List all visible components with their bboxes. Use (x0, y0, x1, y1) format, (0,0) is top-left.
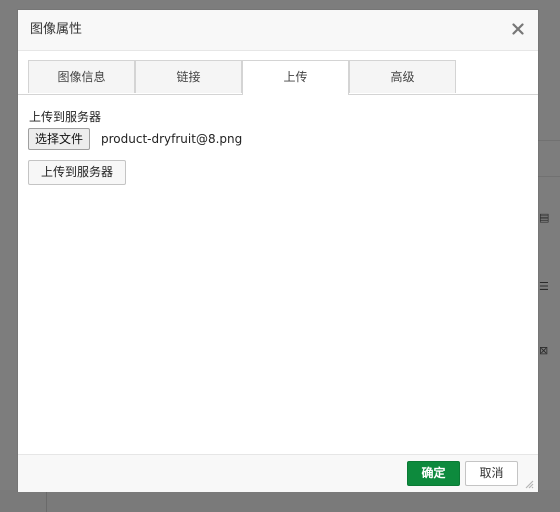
upload-label: 上传到服务器 (29, 110, 102, 124)
tab-link[interactable]: 链接 (135, 60, 242, 93)
dialog-header: 图像属性 (18, 10, 538, 51)
background-divider (538, 176, 560, 177)
background-divider (46, 490, 47, 512)
image-properties-dialog: 图像属性 图像信息 链接 上传 高级 上传到服务器 选择文件 product-d… (18, 10, 538, 492)
ok-button[interactable]: 确定 (407, 461, 460, 486)
tab-advanced[interactable]: 高级 (349, 60, 456, 93)
background-toolbar-icon: ⊠ (539, 344, 549, 357)
cancel-button[interactable]: 取消 (465, 461, 518, 486)
tab-upload[interactable]: 上传 (242, 60, 349, 95)
background-divider (538, 140, 560, 141)
dialog-title: 图像属性 (30, 22, 83, 37)
close-icon (512, 23, 524, 35)
background-bottom-bar (0, 490, 560, 512)
upload-to-server-button[interactable]: 上传到服务器 (28, 160, 126, 185)
resize-handle-icon[interactable] (524, 479, 534, 489)
background-toolbar-icon: ▤ (539, 211, 550, 224)
tab-image-info[interactable]: 图像信息 (28, 60, 135, 93)
choose-file-button[interactable]: 选择文件 (28, 128, 91, 150)
selected-file-name: product-dryfruit@8.png (101, 132, 243, 146)
close-button[interactable] (508, 19, 528, 39)
background-toolbar-icon: ☰ (539, 280, 549, 293)
dialog-footer: 确定 取消 (18, 454, 538, 492)
